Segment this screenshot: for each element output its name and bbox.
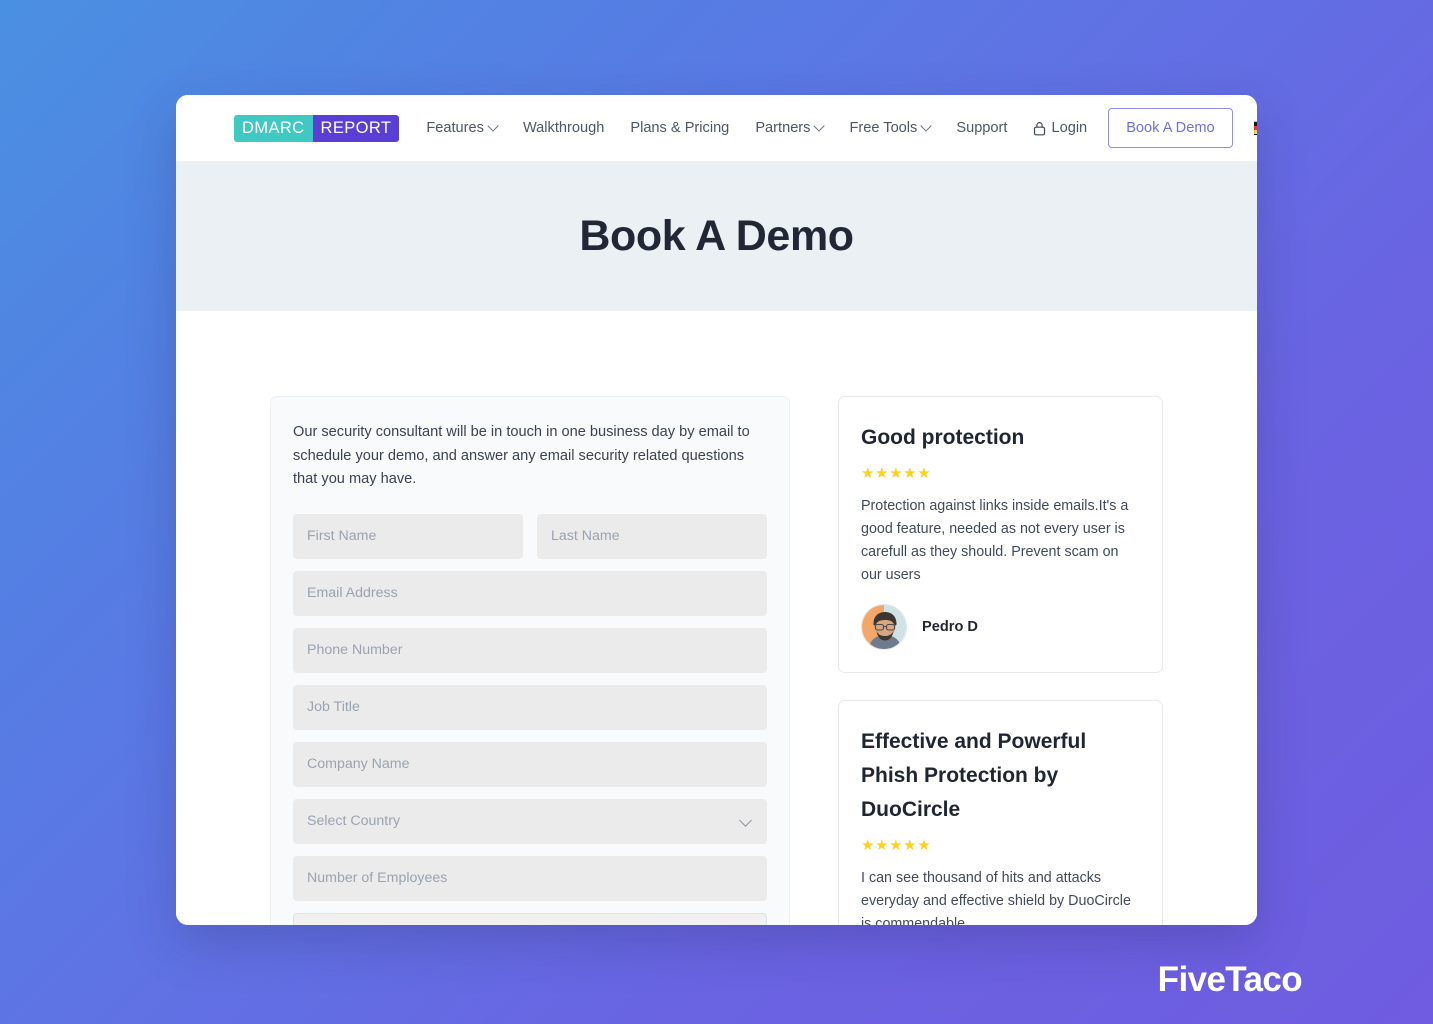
avatar-photo-icon — [862, 604, 906, 649]
lock-icon — [1034, 121, 1046, 135]
job-title-input[interactable] — [293, 684, 767, 730]
book-a-demo-button[interactable]: Book A Demo — [1108, 108, 1233, 148]
name-row — [293, 513, 767, 571]
testimonial-body: Protection against links inside emails.I… — [861, 498, 1129, 584]
form-intro-text: Our security consultant will be in touch… — [293, 424, 750, 488]
testimonial-author-row: Pedro D — [861, 603, 1140, 650]
number-of-employees-input[interactable] — [293, 855, 767, 901]
logo-text-report: REPORT — [312, 114, 400, 142]
nav-item-label: Free Tools — [849, 120, 918, 136]
nav-item-label: Partners — [755, 120, 811, 136]
star-rating-icon: ★★★★★ — [861, 465, 932, 483]
demo-request-form: Our security consultant will be in touch… — [270, 396, 790, 925]
company-name-input[interactable] — [293, 741, 767, 787]
email-input[interactable] — [293, 570, 767, 616]
last-name-input[interactable] — [537, 513, 767, 559]
nav-links: Features Walkthrough Plans & Pricing Par… — [413, 113, 1020, 143]
help-message-textarea[interactable] — [293, 912, 767, 925]
testimonial-title: Effective and Powerful Phish Protection … — [861, 729, 1087, 821]
logo-text-dmarc: DMARC — [234, 114, 313, 142]
phone-input[interactable] — [293, 627, 767, 673]
site-logo[interactable]: DMARC REPORT — [234, 114, 400, 142]
testimonial-body: I can see thousand of hits and attacks e… — [861, 869, 1131, 925]
chevron-down-icon — [487, 120, 499, 132]
nav-item-walkthrough[interactable]: Walkthrough — [510, 113, 617, 143]
testimonial-title: Good protection — [861, 426, 1025, 449]
browser-page-card: DMARC REPORT Features Walkthrough Plans … — [176, 95, 1257, 925]
testimonials-column: Good protection ★★★★★ Protection against… — [838, 396, 1163, 925]
german-flag-icon[interactable] — [1253, 121, 1257, 135]
nav-item-label: Features — [426, 120, 484, 136]
nav-item-support[interactable]: Support — [943, 113, 1020, 143]
nav-item-label: Plans & Pricing — [630, 120, 730, 136]
hero-band: Book A Demo — [176, 161, 1257, 311]
nav-item-label: Support — [956, 120, 1008, 136]
country-select-wrapper — [293, 798, 767, 856]
star-rating-icon: ★★★★★ — [861, 836, 932, 854]
login-link[interactable]: Login — [1020, 120, 1098, 136]
testimonial-card: Effective and Powerful Phish Protection … — [838, 699, 1163, 925]
testimonial-card: Good protection ★★★★★ Protection against… — [838, 396, 1163, 673]
country-select[interactable] — [293, 798, 767, 844]
language-flags — [1253, 121, 1257, 135]
page-title: Book A Demo — [579, 211, 854, 260]
nav-item-partners[interactable]: Partners — [742, 113, 836, 143]
chevron-down-icon — [920, 120, 933, 132]
site-navbar: DMARC REPORT Features Walkthrough Plans … — [176, 95, 1257, 161]
nav-item-label: Walkthrough — [522, 120, 605, 136]
nav-item-free-tools[interactable]: Free Tools — [836, 113, 943, 143]
avatar — [861, 603, 907, 650]
nav-item-plans-pricing[interactable]: Plans & Pricing — [617, 113, 742, 143]
testimonial-author-name: Pedro D — [922, 618, 978, 635]
chevron-down-icon — [813, 120, 826, 132]
nav-item-features[interactable]: Features — [413, 113, 510, 143]
fivetaco-watermark: FiveTaco — [1157, 960, 1303, 999]
first-name-input[interactable] — [293, 513, 523, 559]
login-label: Login — [1051, 120, 1088, 136]
main-content: Our security consultant will be in touch… — [176, 311, 1257, 925]
